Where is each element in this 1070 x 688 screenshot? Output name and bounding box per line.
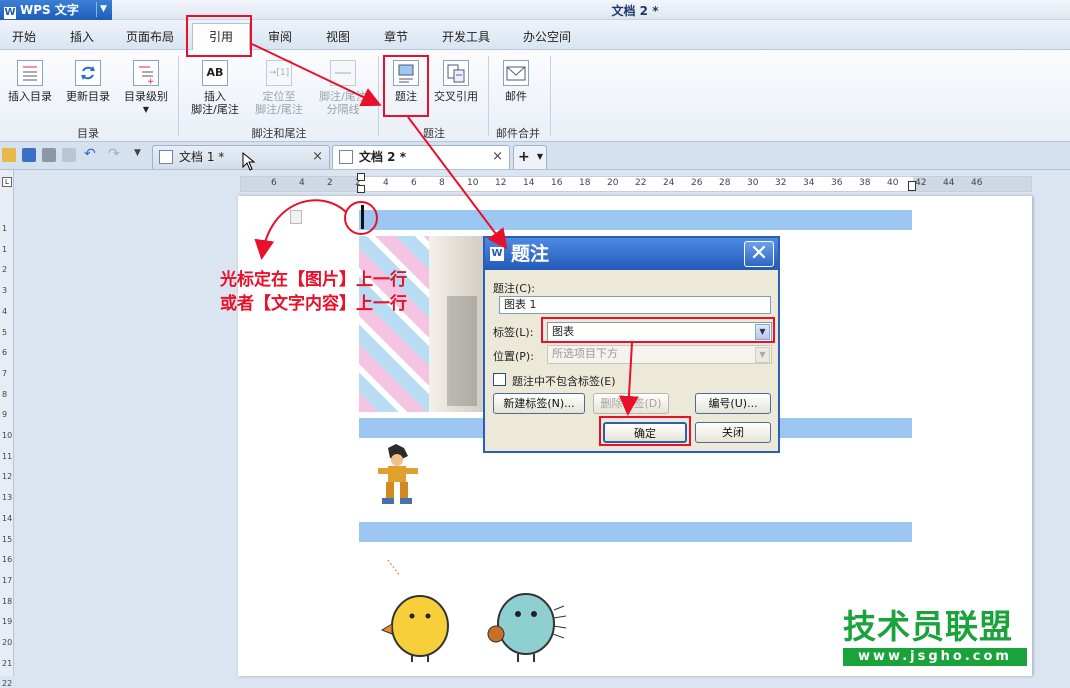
- site-watermark: 技术员联盟 www.jsgho.com: [843, 608, 1027, 666]
- instruction-annotation: 光标定在【图片】上一行 或者【文字内容】上一行: [220, 270, 407, 314]
- watermark-text: 技术员联盟: [843, 607, 1013, 646]
- watermark-url: www.jsgho.com: [843, 648, 1027, 666]
- annotation-arrows: [251, 43, 639, 416]
- ruler-tick-label: 22: [2, 679, 13, 688]
